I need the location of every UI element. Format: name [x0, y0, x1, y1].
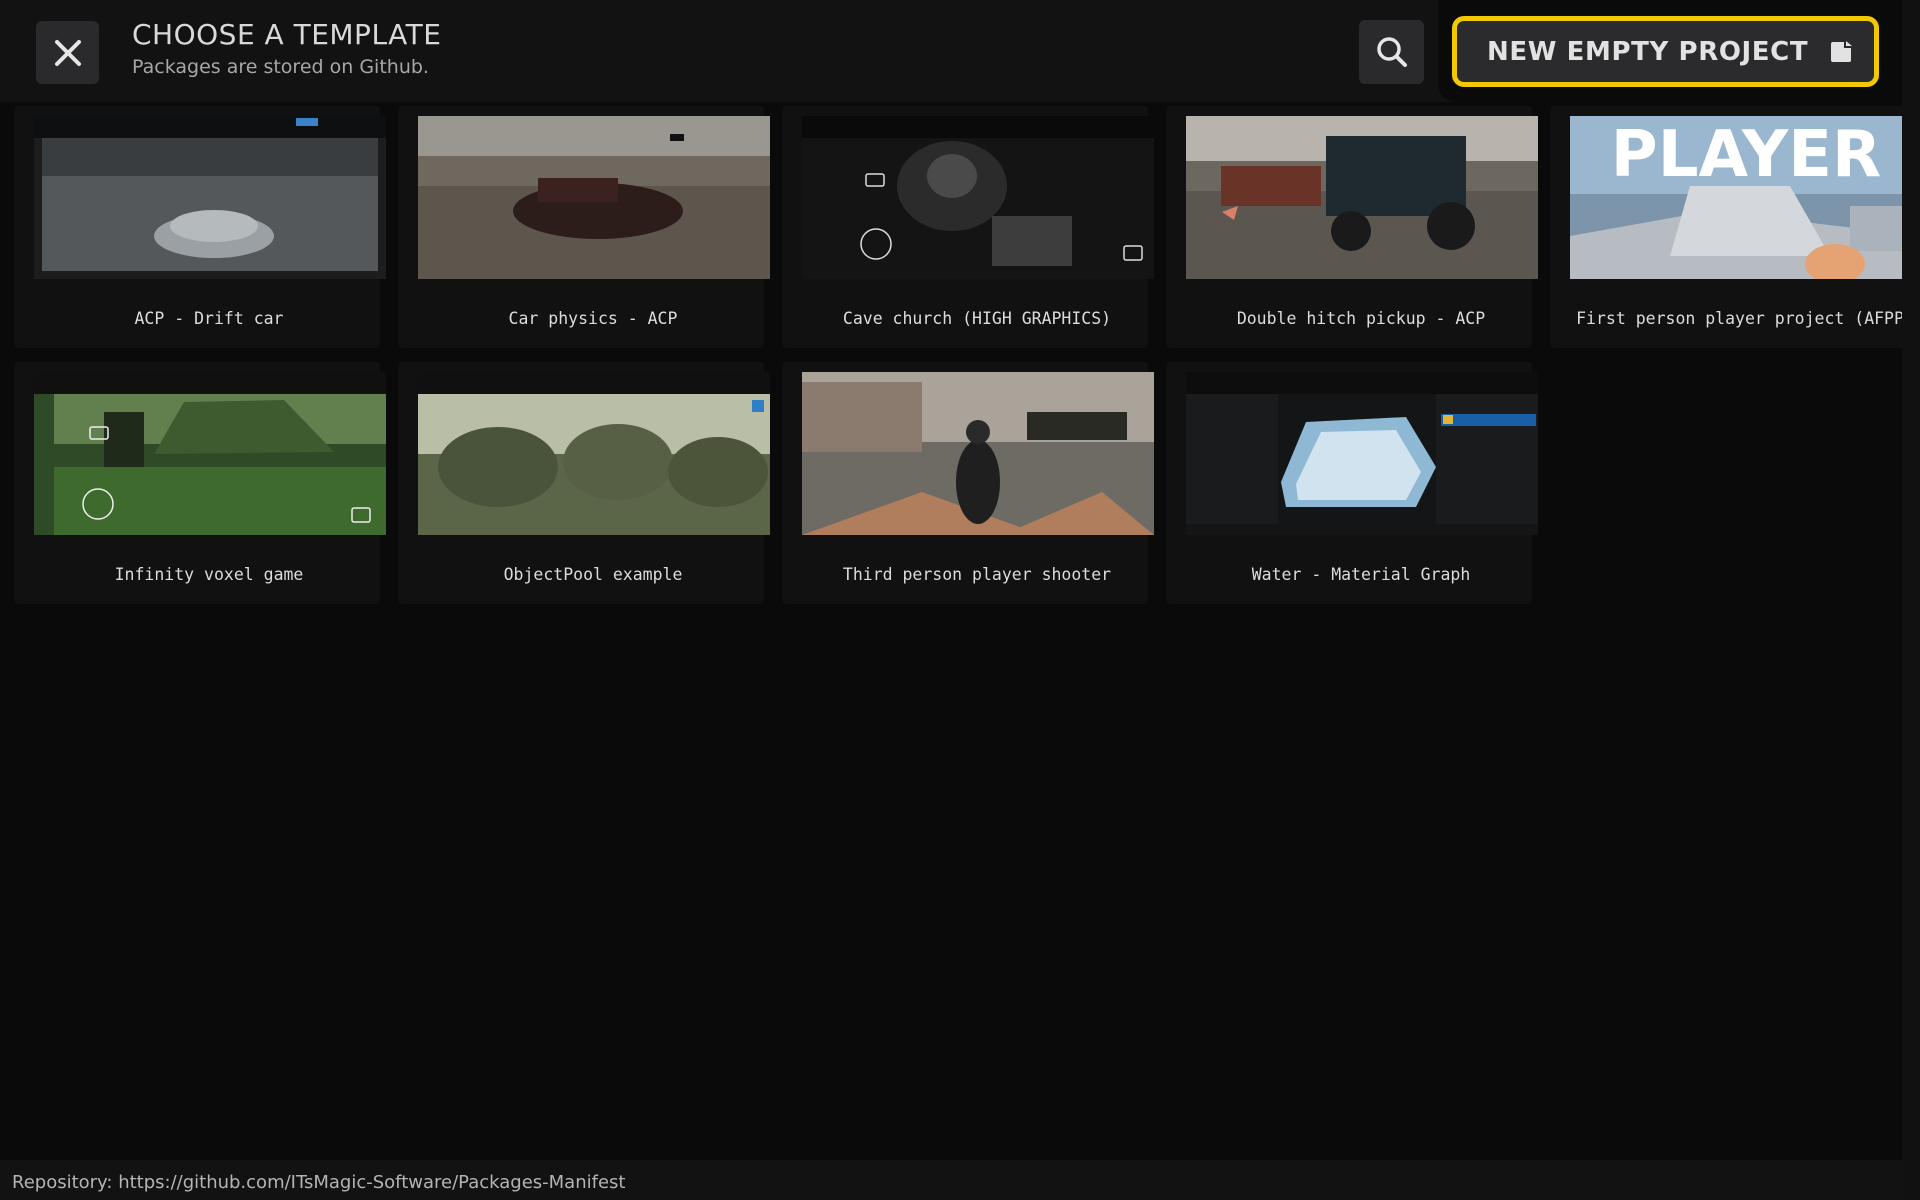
template-chooser: CHOOSE A TEMPLATE Packages are stored on… — [0, 0, 1920, 1200]
template-card[interactable]: Infinity voxel game — [14, 362, 386, 604]
template-thumbnail — [1186, 116, 1538, 279]
template-label: ObjectPool example — [503, 565, 683, 584]
page-title: CHOOSE A TEMPLATE — [132, 18, 442, 51]
page-subtitle: Packages are stored on Github. — [132, 56, 429, 78]
search-button[interactable] — [1359, 20, 1424, 84]
right-edge-panel — [1902, 0, 1920, 1200]
close-button[interactable] — [36, 21, 99, 84]
search-icon — [1376, 37, 1407, 67]
template-card[interactable]: ObjectPool example — [398, 362, 770, 604]
player-thumbnail-text: PLAYER — [1611, 118, 1881, 192]
template-label: Third person player shooter — [842, 565, 1112, 584]
template-label: ACP - Drift car — [134, 309, 284, 328]
template-thumbnail — [34, 372, 386, 535]
template-thumbnail — [418, 372, 770, 535]
template-label: Water - Material Graph — [1251, 565, 1471, 584]
template-thumbnail — [1186, 372, 1538, 535]
template-card[interactable]: Third person player shooter — [782, 362, 1154, 604]
template-card[interactable]: Water - Material Graph — [1166, 362, 1538, 604]
template-thumbnail — [802, 372, 1154, 535]
template-label: First person player project (AFPP) — [1576, 309, 1914, 328]
template-card[interactable]: Double hitch pickup - ACP — [1166, 106, 1538, 348]
template-thumbnail — [34, 116, 386, 279]
template-label: Double hitch pickup - ACP — [1236, 309, 1486, 328]
template-card[interactable]: PLAYER First person player project (AFPP… — [1550, 106, 1920, 348]
template-card[interactable]: Car physics - ACP — [398, 106, 770, 348]
template-thumbnail — [418, 116, 770, 279]
close-icon — [54, 39, 81, 66]
new-empty-project-button[interactable]: NEW EMPTY PROJECT — [1452, 16, 1879, 87]
new-project-label: NEW EMPTY PROJECT — [1487, 36, 1809, 67]
repository-link[interactable]: Repository: https://github.com/ITsMagic-… — [12, 1172, 625, 1193]
template-label: Car physics - ACP — [508, 309, 678, 328]
template-label: Infinity voxel game — [114, 565, 304, 584]
template-thumbnail: PLAYER — [1570, 116, 1920, 279]
template-card[interactable]: ACP - Drift car — [14, 106, 386, 348]
template-card[interactable]: Cave church (HIGH GRAPHICS) — [782, 106, 1154, 348]
template-thumbnail — [802, 116, 1154, 279]
new-project-icon — [1831, 40, 1852, 62]
template-label: Cave church (HIGH GRAPHICS) — [842, 309, 1112, 328]
